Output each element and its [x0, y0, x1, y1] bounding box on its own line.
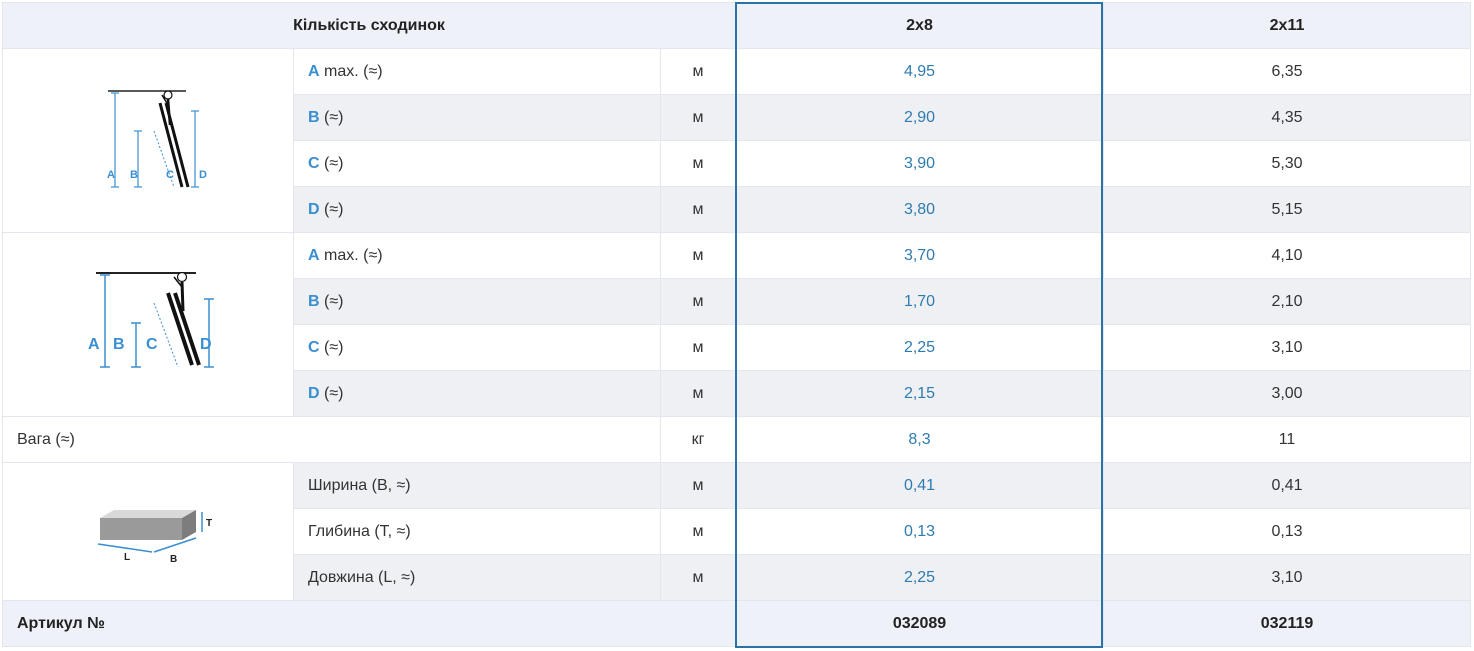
unit-cell: кг	[659, 416, 737, 463]
figure-label-a: A	[88, 336, 100, 353]
unit-cell: м	[659, 94, 737, 141]
ladder-against-wall-icon: A B C D	[107, 90, 207, 188]
article-number-2x8: 032089	[735, 600, 1105, 647]
value-2x8: 3,70	[735, 232, 1105, 279]
steps-count-header: Кількість сходинок	[1, 2, 737, 49]
dimension-label: A max. (≈)	[293, 48, 661, 95]
value-2x11: 5,15	[1103, 186, 1472, 233]
ladder-spec-table: Кількість сходинок 2x8 2x11 A B C D A ma…	[1, 2, 1472, 647]
value-2x11: 4,35	[1103, 94, 1472, 141]
figure-label-b: B	[130, 169, 138, 181]
package-depth-label: Глибина (T, ≈)	[293, 508, 661, 555]
unit-cell: м	[659, 324, 737, 371]
value-2x11: 5,30	[1103, 140, 1472, 187]
value-2x11: 3,10	[1103, 324, 1472, 371]
figure-label-b: B	[113, 336, 125, 353]
spec-table-container: Кількість сходинок 2x8 2x11 A B C D A ma…	[0, 0, 1474, 651]
model-header-2x11: 2x11	[1103, 2, 1472, 49]
article-label: Артикул №	[1, 600, 737, 647]
figure-label-c: C	[146, 336, 158, 353]
article-row: Артикул № 032089 032119	[1, 600, 1472, 647]
value-2x8: 4,95	[735, 48, 1105, 95]
value-2x8: 2,90	[735, 94, 1105, 141]
package-figure: T L B	[2, 462, 294, 601]
figure-label-l: L	[124, 552, 130, 563]
figure-label-t: T	[206, 518, 212, 529]
unit-cell: м	[659, 140, 737, 187]
value-2x8: 2,15	[735, 370, 1105, 417]
figure-label-c: C	[166, 169, 174, 181]
value-2x8: 0,41	[735, 462, 1105, 509]
unit-cell: м	[659, 370, 737, 417]
dimension-label: A max. (≈)	[293, 232, 661, 279]
value-2x11: 0,41	[1103, 462, 1472, 509]
table-row: A B C D A max. (≈) м 3,70 4,10	[2, 232, 1472, 417]
value-2x8: 1,70	[735, 278, 1105, 325]
unit-cell: м	[659, 554, 737, 601]
package-length-label: Довжина (L, ≈)	[293, 554, 661, 601]
table-row: A B C D A max. (≈) м 4,95 6,35	[2, 48, 1472, 233]
figure-label-d: D	[199, 169, 207, 181]
figure-label-d: D	[200, 336, 212, 353]
value-2x11: 3,10	[1103, 554, 1472, 601]
dimension-label: D (≈)	[293, 370, 661, 417]
unit-cell: м	[659, 232, 737, 279]
unit-cell: м	[659, 48, 737, 95]
value-2x11: 4,10	[1103, 232, 1472, 279]
value-2x8: 3,80	[735, 186, 1105, 233]
value-2x8: 2,25	[735, 554, 1105, 601]
value-2x11: 11	[1103, 416, 1472, 463]
value-2x11: 3,00	[1103, 370, 1472, 417]
value-2x8: 3,90	[735, 140, 1105, 187]
ladder-against-wall-large-icon: A B C D	[88, 271, 214, 368]
unit-cell: м	[659, 278, 737, 325]
weight-label: Вага (≈)	[2, 416, 661, 463]
article-number-2x11: 032119	[1103, 600, 1472, 647]
ladder-config-1-figure: A B C D	[2, 48, 294, 233]
package-width-label: Ширина (B, ≈)	[293, 462, 661, 509]
dimension-label: B (≈)	[293, 278, 661, 325]
value-2x11: 0,13	[1103, 508, 1472, 555]
figure-label-b: B	[170, 554, 177, 564]
model-header-2x8: 2x8	[735, 2, 1105, 49]
package-box-icon: T L B	[97, 510, 212, 565]
header-row: Кількість сходинок 2x8 2x11	[1, 2, 1472, 49]
value-2x8: 2,25	[735, 324, 1105, 371]
value-2x11: 6,35	[1103, 48, 1472, 95]
weight-row: Вага (≈) кг 8,3 11	[2, 416, 1472, 463]
figure-label-a: A	[107, 169, 115, 181]
value-2x11: 2,10	[1103, 278, 1472, 325]
value-2x8: 0,13	[735, 508, 1105, 555]
dimension-label: D (≈)	[293, 186, 661, 233]
table-row: T L B Ширина (B, ≈) м 0,41 0,41	[2, 462, 1472, 601]
unit-cell: м	[659, 186, 737, 233]
dimension-label: C (≈)	[293, 140, 661, 187]
unit-cell: м	[659, 462, 737, 509]
ladder-config-2-figure: A B C D	[2, 232, 294, 417]
value-2x8: 8,3	[735, 416, 1105, 463]
dimension-label: C (≈)	[293, 324, 661, 371]
dimension-label: B (≈)	[293, 94, 661, 141]
unit-cell: м	[659, 508, 737, 555]
